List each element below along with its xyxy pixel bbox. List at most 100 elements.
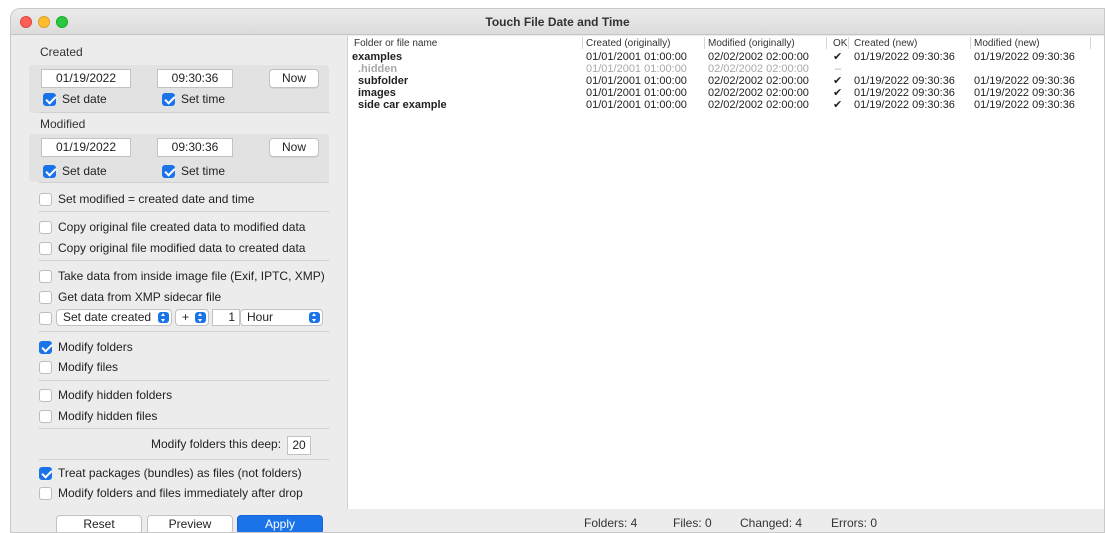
divider xyxy=(39,380,329,381)
app-window: Touch File Date and Time Created 01/19/2… xyxy=(10,8,1105,533)
modify-folders-checkbox[interactable]: Modify folders xyxy=(39,339,133,355)
copy-created-to-modified-checkbox[interactable]: Copy original file created data to modif… xyxy=(39,219,305,235)
created-set-time-checkbox[interactable]: Set time xyxy=(162,91,225,107)
column-divider xyxy=(848,37,849,49)
column-header-created-new[interactable]: Created (new) xyxy=(854,38,917,49)
offset-sign-select[interactable]: + xyxy=(175,309,209,326)
checkbox-icon xyxy=(39,388,52,402)
set-modified-equals-created-checkbox[interactable]: Set modified = created date and time xyxy=(39,191,254,207)
row-modified-orig: 02/02/2002 02:00:00 xyxy=(708,51,809,63)
modified-section-label: Modified xyxy=(40,117,86,131)
modified-now-button[interactable]: Now xyxy=(269,138,319,157)
row-created-orig: 01/01/2001 01:00:00 xyxy=(586,87,687,99)
offset-enable-checkbox[interactable] xyxy=(39,310,52,326)
row-modified-new: 01/19/2022 09:30:36 xyxy=(974,75,1075,87)
column-header-modified-new[interactable]: Modified (new) xyxy=(974,38,1040,49)
row-name: side car example xyxy=(358,99,447,111)
created-date-field[interactable]: 01/19/2022 xyxy=(41,69,131,88)
apply-button[interactable]: Apply xyxy=(237,515,323,532)
column-header-name[interactable]: Folder or file name xyxy=(354,38,437,49)
modify-after-drop-checkbox[interactable]: Modify folders and files immediately aft… xyxy=(39,485,303,501)
offset-unit-value: Hour xyxy=(247,310,274,324)
divider xyxy=(39,428,329,429)
column-header-created-orig[interactable]: Created (originally) xyxy=(586,38,670,49)
modify-hidden-folders-checkbox[interactable]: Modify hidden folders xyxy=(39,387,172,403)
divider xyxy=(39,211,329,212)
title-bar: Touch File Date and Time xyxy=(11,9,1104,35)
depth-label: Modify folders this deep: xyxy=(151,437,282,451)
status-changed: Changed: 4 xyxy=(740,516,803,530)
column-divider xyxy=(970,37,971,49)
offset-unit-select[interactable]: Hour xyxy=(240,309,323,326)
divider xyxy=(39,182,329,183)
checkbox-label: Modify files xyxy=(58,360,119,374)
row-ok-dash-icon: – xyxy=(835,63,842,75)
table-row[interactable]: .hidden 01/01/2001 01:00:00 02/02/2002 0… xyxy=(348,63,1104,75)
reset-button[interactable]: Reset xyxy=(56,515,142,532)
modify-files-checkbox[interactable]: Modify files xyxy=(39,359,118,375)
popup-arrows-icon xyxy=(195,312,206,323)
status-folders: Folders: 4 xyxy=(584,516,638,530)
checkbox-checked-icon xyxy=(43,164,56,178)
offset-sign-value: + xyxy=(182,310,190,324)
row-ok-check-icon: ✔ xyxy=(833,87,843,99)
checkbox-label: Modify folders and files immediately aft… xyxy=(58,486,303,500)
checkbox-label: Copy original file created data to modif… xyxy=(58,220,306,234)
offset-mode-value: Set date created xyxy=(63,310,152,324)
get-data-from-xmp-checkbox[interactable]: Get data from XMP sidecar file xyxy=(39,289,221,305)
table-header: Folder or file name Created (originally)… xyxy=(348,36,1104,50)
table-row[interactable]: examples 01/01/2001 01:00:00 02/02/2002 … xyxy=(348,51,1104,63)
checkbox-checked-icon xyxy=(162,92,175,106)
created-section-label: Created xyxy=(40,45,83,59)
checkbox-checked-icon xyxy=(39,466,52,480)
checkbox-label: Modify hidden folders xyxy=(58,388,173,402)
popup-arrows-icon xyxy=(158,312,169,323)
take-data-from-image-checkbox[interactable]: Take data from inside image file (Exif, … xyxy=(39,268,325,284)
checkbox-label: Set modified = created date and time xyxy=(58,192,255,206)
created-now-button[interactable]: Now xyxy=(269,69,319,88)
row-ok-check-icon: ✔ xyxy=(833,75,843,87)
settings-panel: Created 01/19/2022 09:30:36 Now Set date… xyxy=(11,35,345,532)
preview-button[interactable]: Preview xyxy=(147,515,233,532)
table-row[interactable]: images 01/01/2001 01:00:00 02/02/2002 02… xyxy=(348,87,1104,99)
column-header-modified-orig[interactable]: Modified (originally) xyxy=(708,38,795,49)
modified-time-field[interactable]: 09:30:36 xyxy=(157,138,233,157)
checkbox-label: Set date xyxy=(62,164,107,178)
row-modified-new: 01/19/2022 09:30:36 xyxy=(974,87,1075,99)
row-created-new: 01/19/2022 09:30:36 xyxy=(854,75,955,87)
checkbox-label: Copy original file modified data to crea… xyxy=(58,241,306,255)
checkbox-label: Set time xyxy=(181,164,226,178)
offset-mode-select[interactable]: Set date created xyxy=(56,309,172,326)
status-bar: Folders: 4 Files: 0 Changed: 4 Errors: 0 xyxy=(347,509,1104,532)
modified-set-date-checkbox[interactable]: Set date xyxy=(43,163,107,179)
column-header-ok[interactable]: OK xyxy=(833,38,847,49)
depth-field[interactable]: 20 xyxy=(287,436,311,455)
divider xyxy=(39,459,329,460)
row-created-new: 01/19/2022 09:30:36 xyxy=(854,99,955,111)
checkbox-icon xyxy=(39,486,52,500)
created-time-field[interactable]: 09:30:36 xyxy=(157,69,233,88)
row-name: images xyxy=(358,87,396,99)
checkbox-checked-icon xyxy=(39,340,52,354)
checkbox-label: Get data from XMP sidecar file xyxy=(58,290,222,304)
column-divider xyxy=(826,37,827,49)
modified-set-time-checkbox[interactable]: Set time xyxy=(162,163,225,179)
checkbox-icon xyxy=(39,241,52,255)
row-modified-orig: 02/02/2002 02:00:00 xyxy=(708,63,809,75)
copy-modified-to-created-checkbox[interactable]: Copy original file modified data to crea… xyxy=(39,240,305,256)
table-row[interactable]: side car example 01/01/2001 01:00:00 02/… xyxy=(348,99,1104,111)
checkbox-icon xyxy=(39,192,52,206)
table-row[interactable]: subfolder 01/01/2001 01:00:00 02/02/2002… xyxy=(348,75,1104,87)
modify-hidden-files-checkbox[interactable]: Modify hidden files xyxy=(39,408,157,424)
row-ok-check-icon: ✔ xyxy=(833,99,843,111)
treat-packages-checkbox[interactable]: Treat packages (bundles) as files (not f… xyxy=(39,465,302,481)
modified-date-field[interactable]: 01/19/2022 xyxy=(41,138,131,157)
checkbox-icon xyxy=(39,269,52,283)
checkbox-icon xyxy=(39,290,52,304)
column-divider xyxy=(582,37,583,49)
row-name: examples xyxy=(352,51,403,63)
created-set-date-checkbox[interactable]: Set date xyxy=(43,91,107,107)
offset-amount-field[interactable]: 1 xyxy=(212,309,240,326)
column-divider xyxy=(1090,37,1091,49)
row-created-orig: 01/01/2001 01:00:00 xyxy=(586,51,687,63)
